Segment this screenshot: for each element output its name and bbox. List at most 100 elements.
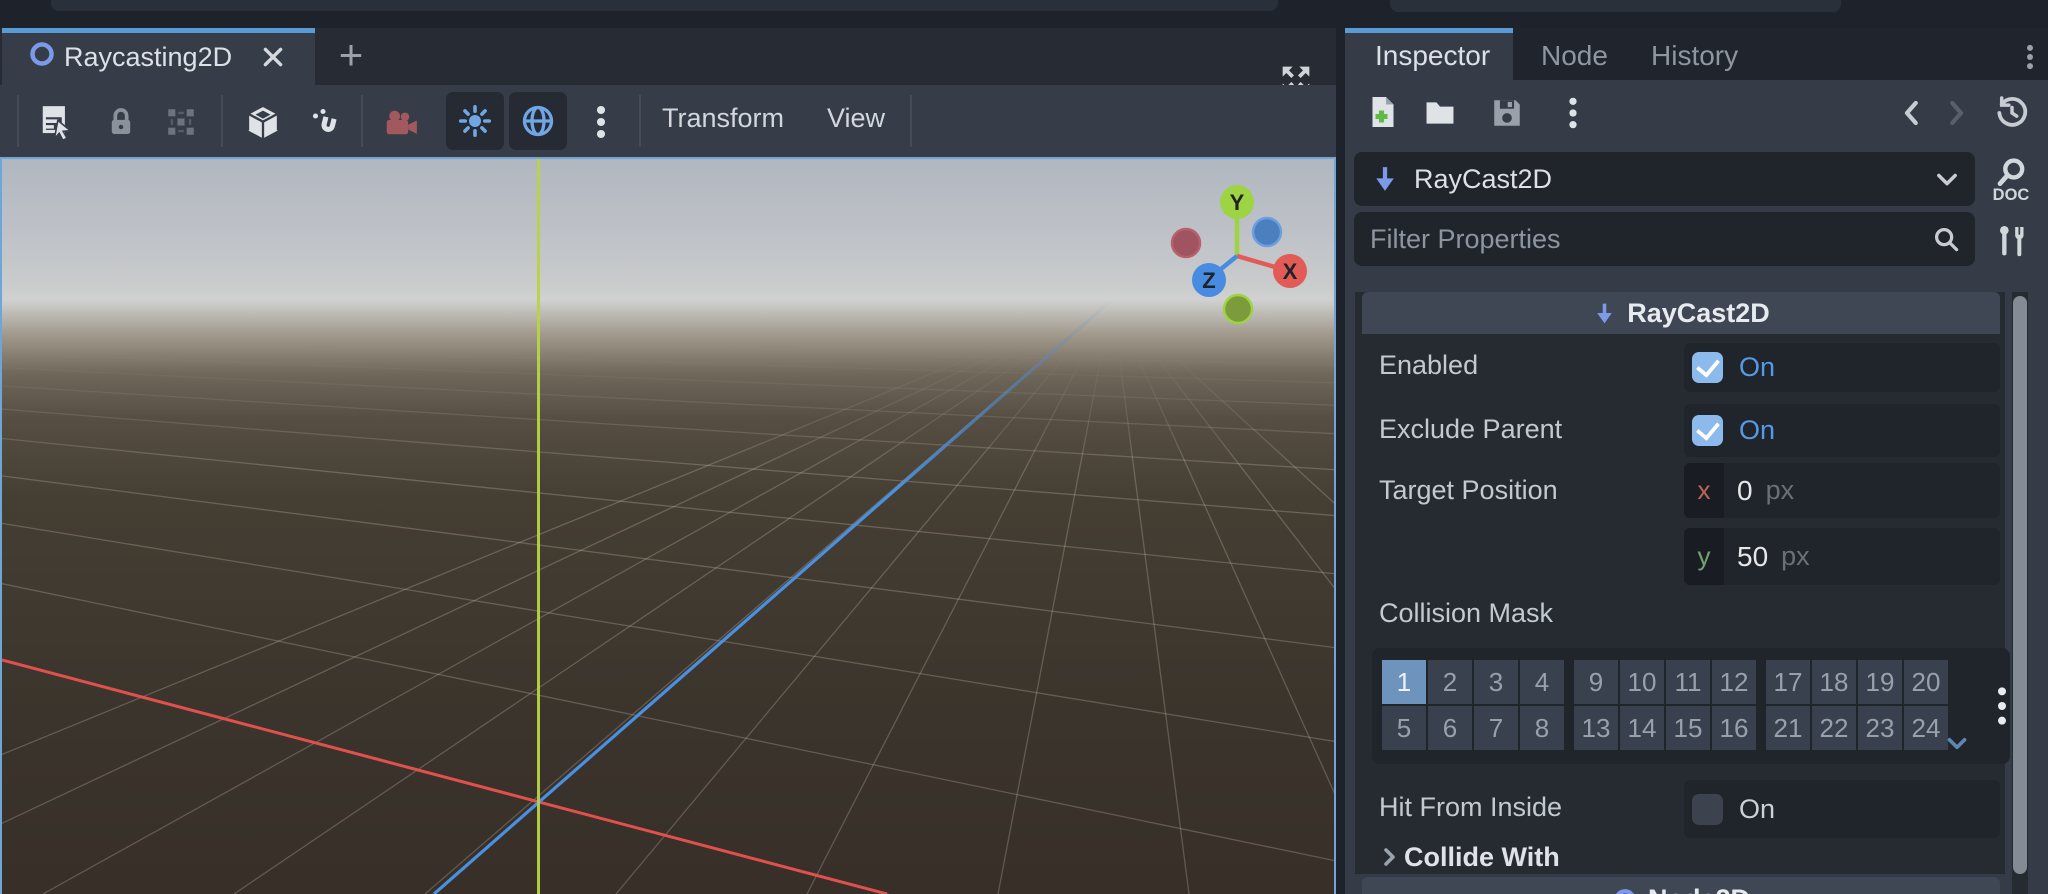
enabled-checkbox-editor[interactable]: On <box>1684 343 2000 392</box>
x-unit: px <box>1765 475 1795 505</box>
checkbox-on-label: On <box>1739 415 1776 445</box>
section-header-raycast2d[interactable]: RayCast2D <box>1362 292 2000 334</box>
tab-inspector[interactable]: Inspector <box>1345 28 1513 80</box>
y-axis-line <box>537 159 540 894</box>
mask-cell-7[interactable]: 7 <box>1474 706 1518 750</box>
tab-node[interactable]: Node <box>1541 40 1608 72</box>
mask-cell-19[interactable]: 19 <box>1858 660 1902 704</box>
property-row-hit-from-inside: Hit From Inside On <box>1355 778 2005 840</box>
checkbox-icon[interactable] <box>1692 415 1723 446</box>
new-resource-icon[interactable] <box>1365 94 1401 130</box>
node-selector[interactable]: RayCast2D <box>1354 152 1975 206</box>
mask-cell-8[interactable]: 8 <box>1520 706 1564 750</box>
tab-history[interactable]: History <box>1651 40 1738 72</box>
mask-cell-20[interactable]: 20 <box>1904 660 1948 704</box>
transform-menu[interactable]: Transform <box>662 103 784 134</box>
mask-cell-22[interactable]: 22 <box>1812 706 1856 750</box>
mask-cell-17[interactable]: 17 <box>1766 660 1810 704</box>
lock-icon[interactable] <box>104 105 138 139</box>
toggle-environment-button[interactable] <box>509 92 567 150</box>
mask-cell-3[interactable]: 3 <box>1474 660 1518 704</box>
resource-options-dots-icon[interactable] <box>1561 97 1585 129</box>
y-value[interactable]: 50 <box>1737 541 1768 573</box>
scene-tab-raycasting2d[interactable]: Raycasting2D <box>2 28 315 85</box>
view-menu[interactable]: View <box>827 103 885 134</box>
gizmo-neg-y-ball[interactable] <box>1222 293 1254 325</box>
filter-properties-input[interactable]: Filter Properties <box>1354 212 1975 266</box>
property-tools-icon[interactable] <box>1991 222 2031 262</box>
scrollbar-thumb[interactable] <box>2013 296 2027 874</box>
mask-options-dots-icon[interactable] <box>1994 686 2010 726</box>
mask-cell-5[interactable]: 5 <box>1382 706 1426 750</box>
hit-from-inside-checkbox-editor[interactable]: On <box>1684 780 2000 838</box>
gizmo-neg-z-ball[interactable] <box>1251 216 1283 248</box>
mask-cell-23[interactable]: 23 <box>1858 706 1902 750</box>
mask-cell-21[interactable]: 21 <box>1766 706 1810 750</box>
camera-preview-icon[interactable] <box>382 105 420 143</box>
property-label: Target Position <box>1379 475 1558 505</box>
tab-inspector-label: Inspector <box>1375 40 1491 71</box>
snap-magnet-icon[interactable] <box>308 104 344 140</box>
panel-divider[interactable] <box>1336 28 1345 894</box>
scene-tab-bar: Raycasting2D + <box>0 28 1336 94</box>
checkbox-icon[interactable] <box>1692 793 1723 825</box>
new-tab-button[interactable]: + <box>330 34 372 78</box>
viewport-options-dots-icon[interactable] <box>586 104 616 140</box>
mask-cell-12[interactable]: 12 <box>1712 660 1756 704</box>
history-forward-icon[interactable] <box>1941 98 1971 128</box>
inspector-tab-bar: Inspector Node History <box>1345 28 2048 80</box>
gizmo-z-label: Z <box>1202 268 1215 293</box>
x-value[interactable]: 0 <box>1737 475 1753 507</box>
gizmo-y-label: Y <box>1230 190 1245 215</box>
load-resource-folder-icon[interactable] <box>1423 96 1457 130</box>
active-tab-accent <box>2 28 315 33</box>
inspector-scrollbar[interactable] <box>2012 292 2028 894</box>
mask-cell-1[interactable]: 1 <box>1382 660 1426 704</box>
mask-cell-24[interactable]: 24 <box>1904 706 1948 750</box>
group-icon[interactable] <box>164 105 198 139</box>
viewport-3d[interactable]: Y X Z <box>0 157 1336 894</box>
top-menu-strip <box>0 0 2048 28</box>
mask-cell-15[interactable]: 15 <box>1666 706 1710 750</box>
target-position-x-field[interactable]: x 0 px <box>1684 463 2000 518</box>
toggle-lighting-button[interactable] <box>446 92 504 150</box>
mask-cell-6[interactable]: 6 <box>1428 706 1472 750</box>
gizmo-x-label: X <box>1283 259 1298 284</box>
x-axis-badge: x <box>1684 463 1724 518</box>
mask-cell-10[interactable]: 10 <box>1620 660 1664 704</box>
viewport-toolbar: Transform View <box>0 85 1336 157</box>
target-position-y-field[interactable]: y 50 px <box>1684 528 2000 585</box>
scene-tab-label: Raycasting2D <box>64 42 233 72</box>
mask-cell-11[interactable]: 11 <box>1666 660 1710 704</box>
edit-history-icon[interactable] <box>1993 94 2031 132</box>
chevron-down-icon[interactable] <box>1933 165 1961 193</box>
save-resource-icon[interactable] <box>1490 96 1524 130</box>
panel-menu-dots-icon[interactable] <box>2021 44 2039 70</box>
property-row-exclude-parent: Exclude Parent On <box>1355 400 2005 462</box>
checkbox-icon[interactable] <box>1692 352 1723 383</box>
open-docs-icon[interactable]: DOC <box>1989 156 2033 204</box>
z-axis-line <box>432 297 1115 894</box>
mask-expand-chevron-icon[interactable] <box>1944 730 1970 756</box>
section-header-node2d[interactable]: Node2D <box>1362 877 2000 894</box>
mask-cell-9[interactable]: 9 <box>1574 660 1618 704</box>
select-mode-icon[interactable] <box>38 103 76 141</box>
close-tab-icon[interactable] <box>260 44 286 70</box>
collision-mask-row-1: 1 2 3 4 9 10 11 12 17 18 19 20 <box>1382 660 1948 704</box>
mask-cell-4[interactable]: 4 <box>1520 660 1564 704</box>
collide-with-group[interactable]: Collide With <box>1355 842 2005 874</box>
svg-text:DOC: DOC <box>1993 186 2030 204</box>
mask-cell-14[interactable]: 14 <box>1620 706 1664 750</box>
exclude-parent-checkbox-editor[interactable]: On <box>1684 404 2000 457</box>
axis-gizmo[interactable]: Y X Z <box>1147 179 1327 349</box>
history-back-icon[interactable] <box>1897 98 1927 128</box>
mask-cell-18[interactable]: 18 <box>1812 660 1856 704</box>
inspector-panel: Inspector Node History RayCast2D DOC Fil… <box>1345 28 2048 894</box>
mask-cell-2[interactable]: 2 <box>1428 660 1472 704</box>
toolbar-separator <box>221 95 223 147</box>
mesh-cube-icon[interactable] <box>243 102 283 142</box>
gizmo-neg-x-ball[interactable] <box>1170 227 1202 259</box>
mask-cell-13[interactable]: 13 <box>1574 706 1618 750</box>
mask-cell-16[interactable]: 16 <box>1712 706 1756 750</box>
properties-list: RayCast2D Enabled On Exclude Parent On T… <box>1355 292 2010 874</box>
